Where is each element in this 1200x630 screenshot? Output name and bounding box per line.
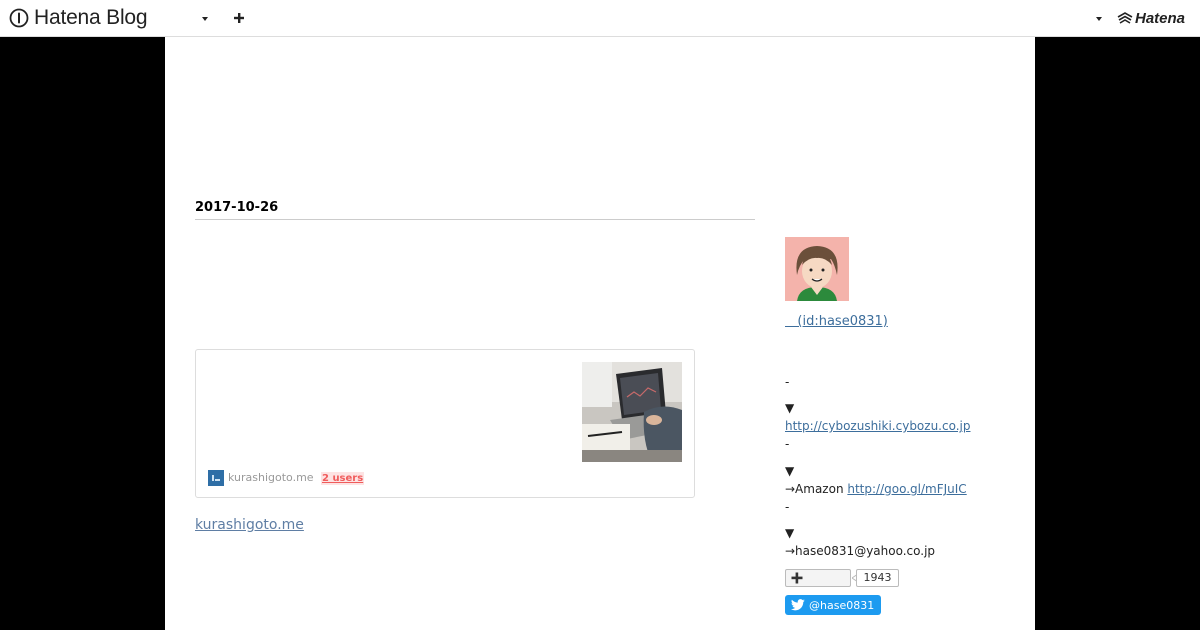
laptop-photo (582, 362, 682, 462)
twitter-bird-icon (791, 599, 805, 611)
cybozushiki-link[interactable]: http://cybozushiki.cybozu.co.jp (785, 419, 970, 433)
toggle-arrow-icon[interactable]: ▼ (785, 401, 794, 416)
sidebar-link-line: http://cybozushiki.cybozu.co.jp (785, 419, 970, 434)
plus-icon (791, 572, 803, 584)
toggle-arrow-icon[interactable]: ▼ (785, 526, 794, 541)
embed-card[interactable]: kurashigoto.me 2 users (195, 349, 695, 498)
sidebar-dash: - (785, 375, 790, 389)
chevron-down-icon[interactable] (200, 14, 210, 24)
entry-date[interactable]: 2017-10-26 (195, 200, 755, 215)
follow-button[interactable] (785, 569, 851, 587)
brand-text: Hatena Blog (34, 6, 148, 29)
amazon-line: →Amazon http://goo.gl/mFJuIC (785, 482, 967, 497)
sidebar-dash: - (785, 500, 790, 514)
chevron-down-icon[interactable] (1094, 14, 1104, 24)
twitter-handle: @hase0831 (809, 598, 875, 612)
hatena-blog-logo[interactable]: Hatena Blog (9, 6, 148, 30)
global-header: Hatena Blog Hatena (0, 0, 1200, 37)
twitter-follow-button[interactable]: @hase0831 (785, 595, 881, 615)
avatar[interactable] (785, 237, 849, 301)
hatena-logo-icon (1117, 11, 1133, 24)
hatena-logo[interactable]: Hatena (1117, 10, 1185, 27)
sidebar-dash: - (785, 437, 790, 451)
source-link[interactable]: kurashigoto.me (195, 517, 304, 533)
amazon-link[interactable]: http://goo.gl/mFJuIC (847, 482, 966, 496)
amazon-label: →Amazon (785, 482, 848, 496)
contact-email: →hase0831@yahoo.co.jp (785, 544, 936, 558)
embed-site-name[interactable]: kurashigoto.me (228, 471, 314, 485)
follower-count[interactable]: 1943 (856, 569, 899, 587)
bookmark-users-badge[interactable]: 2 users (321, 472, 365, 485)
plus-icon[interactable] (232, 11, 246, 25)
toggle-arrow-icon[interactable]: ▼ (785, 464, 794, 479)
entry-date-heading: 2017-10-26 (195, 200, 755, 220)
site-favicon-icon (208, 470, 224, 486)
blog-page: 2017-10-26 kurashigoto.me 2 users kurash… (165, 37, 1035, 630)
hatena-blog-logo-icon (9, 8, 29, 28)
embed-thumbnail[interactable] (582, 362, 682, 462)
hatena-brand-text: Hatena (1135, 10, 1186, 27)
profile-name-link[interactable]: (id:hase0831) (785, 314, 887, 329)
